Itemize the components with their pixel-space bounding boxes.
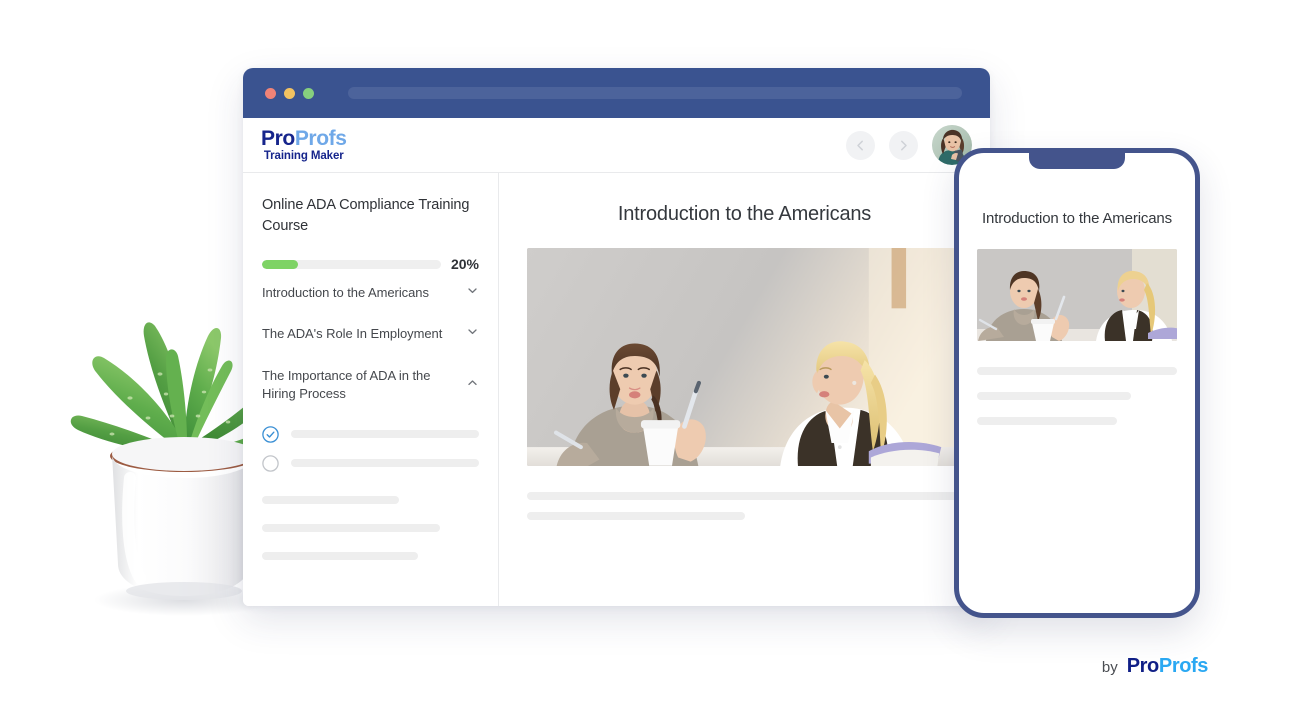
placeholder-bar <box>527 492 962 500</box>
logo-pro-text: Pro <box>261 126 295 150</box>
module-label: The Importance of ADA in the Hiring Proc… <box>262 367 431 401</box>
placeholder-bar <box>262 551 419 560</box>
chevron-left-icon <box>857 140 863 150</box>
lesson-placeholder-bar <box>291 459 479 468</box>
module-label: Introduction to the Americans <box>262 285 429 301</box>
lesson-hero-image <box>527 248 962 466</box>
chevron-up-icon <box>466 376 479 394</box>
header-actions <box>846 125 972 165</box>
proprofs-footer-logo[interactable]: ProProfs <box>1126 655 1209 678</box>
canvas: ProProfs Training Maker Online ADA Compl… <box>0 0 1300 706</box>
chevron-down-icon <box>466 284 479 302</box>
browser-titlebar <box>243 68 990 118</box>
content-placeholder-bars <box>527 492 962 520</box>
empty-circle-icon <box>262 455 279 472</box>
browser-window: ProProfs Training Maker Online ADA Compl… <box>243 68 990 606</box>
progress-track <box>262 259 441 269</box>
placeholder-bar <box>262 495 399 504</box>
footer-logo-profs: Profs <box>1158 655 1209 677</box>
phone-placeholder-bars <box>977 366 1177 425</box>
traffic-light-dots <box>265 87 314 99</box>
app-body: Online ADA Compliance Training Course 20… <box>243 173 990 606</box>
footer-branding: by ProProfs <box>1101 655 1209 678</box>
placeholder-bar <box>527 512 745 520</box>
maximize-window-dot[interactable] <box>303 87 314 99</box>
lesson-content: Introduction to the Americans <box>499 173 990 606</box>
chevron-down-icon <box>466 325 479 343</box>
module-item-2[interactable]: The Importance of ADA in the Hiring Proc… <box>262 355 479 414</box>
next-button[interactable] <box>889 130 918 160</box>
course-sidebar: Online ADA Compliance Training Course 20… <box>243 173 499 606</box>
module-item-0[interactable]: Introduction to the Americans <box>262 272 479 313</box>
sidebar-placeholder-bars <box>262 495 479 560</box>
module-label: The ADA's Role In Employment <box>262 326 443 342</box>
placeholder-bar <box>977 366 1177 375</box>
prev-button[interactable] <box>846 130 875 160</box>
progress-fill <box>262 259 298 269</box>
chevron-right-icon <box>901 140 907 150</box>
close-window-dot[interactable] <box>265 87 276 99</box>
logo-tagline: Training Maker <box>263 149 344 162</box>
lesson-item-pending[interactable] <box>262 455 479 472</box>
logo-profs-text: Profs <box>294 126 347 150</box>
phone-mockup: Introduction to the Americans <box>954 148 1200 618</box>
lesson-item-completed[interactable] <box>262 426 479 443</box>
placeholder-bar <box>977 391 1131 400</box>
proprofs-logo[interactable]: ProProfs Training Maker <box>261 128 347 163</box>
phone-screen: Introduction to the Americans <box>959 153 1195 425</box>
progress-percent-label: 20% <box>450 256 479 273</box>
placeholder-bar <box>262 523 440 532</box>
address-bar[interactable] <box>348 87 962 99</box>
placeholder-bar <box>977 416 1117 425</box>
phone-hero-image <box>977 248 1177 341</box>
page-title: Introduction to the Americans <box>617 203 872 225</box>
check-circle-icon <box>262 426 279 443</box>
phone-lesson-title: Introduction to the Americans <box>982 210 1172 227</box>
app-header: ProProfs Training Maker <box>243 118 990 173</box>
phone-notch <box>1029 153 1125 169</box>
minimize-window-dot[interactable] <box>284 87 295 99</box>
logo-wordmark: ProProfs <box>261 128 347 149</box>
module-item-1[interactable]: The ADA's Role In Employment <box>262 313 479 354</box>
lesson-placeholder-bar <box>291 430 479 439</box>
course-progress: 20% <box>262 256 479 272</box>
course-title: Online ADA Compliance Training Course <box>262 197 470 234</box>
by-label: by <box>1101 659 1118 676</box>
footer-logo-pro: Pro <box>1126 655 1160 677</box>
